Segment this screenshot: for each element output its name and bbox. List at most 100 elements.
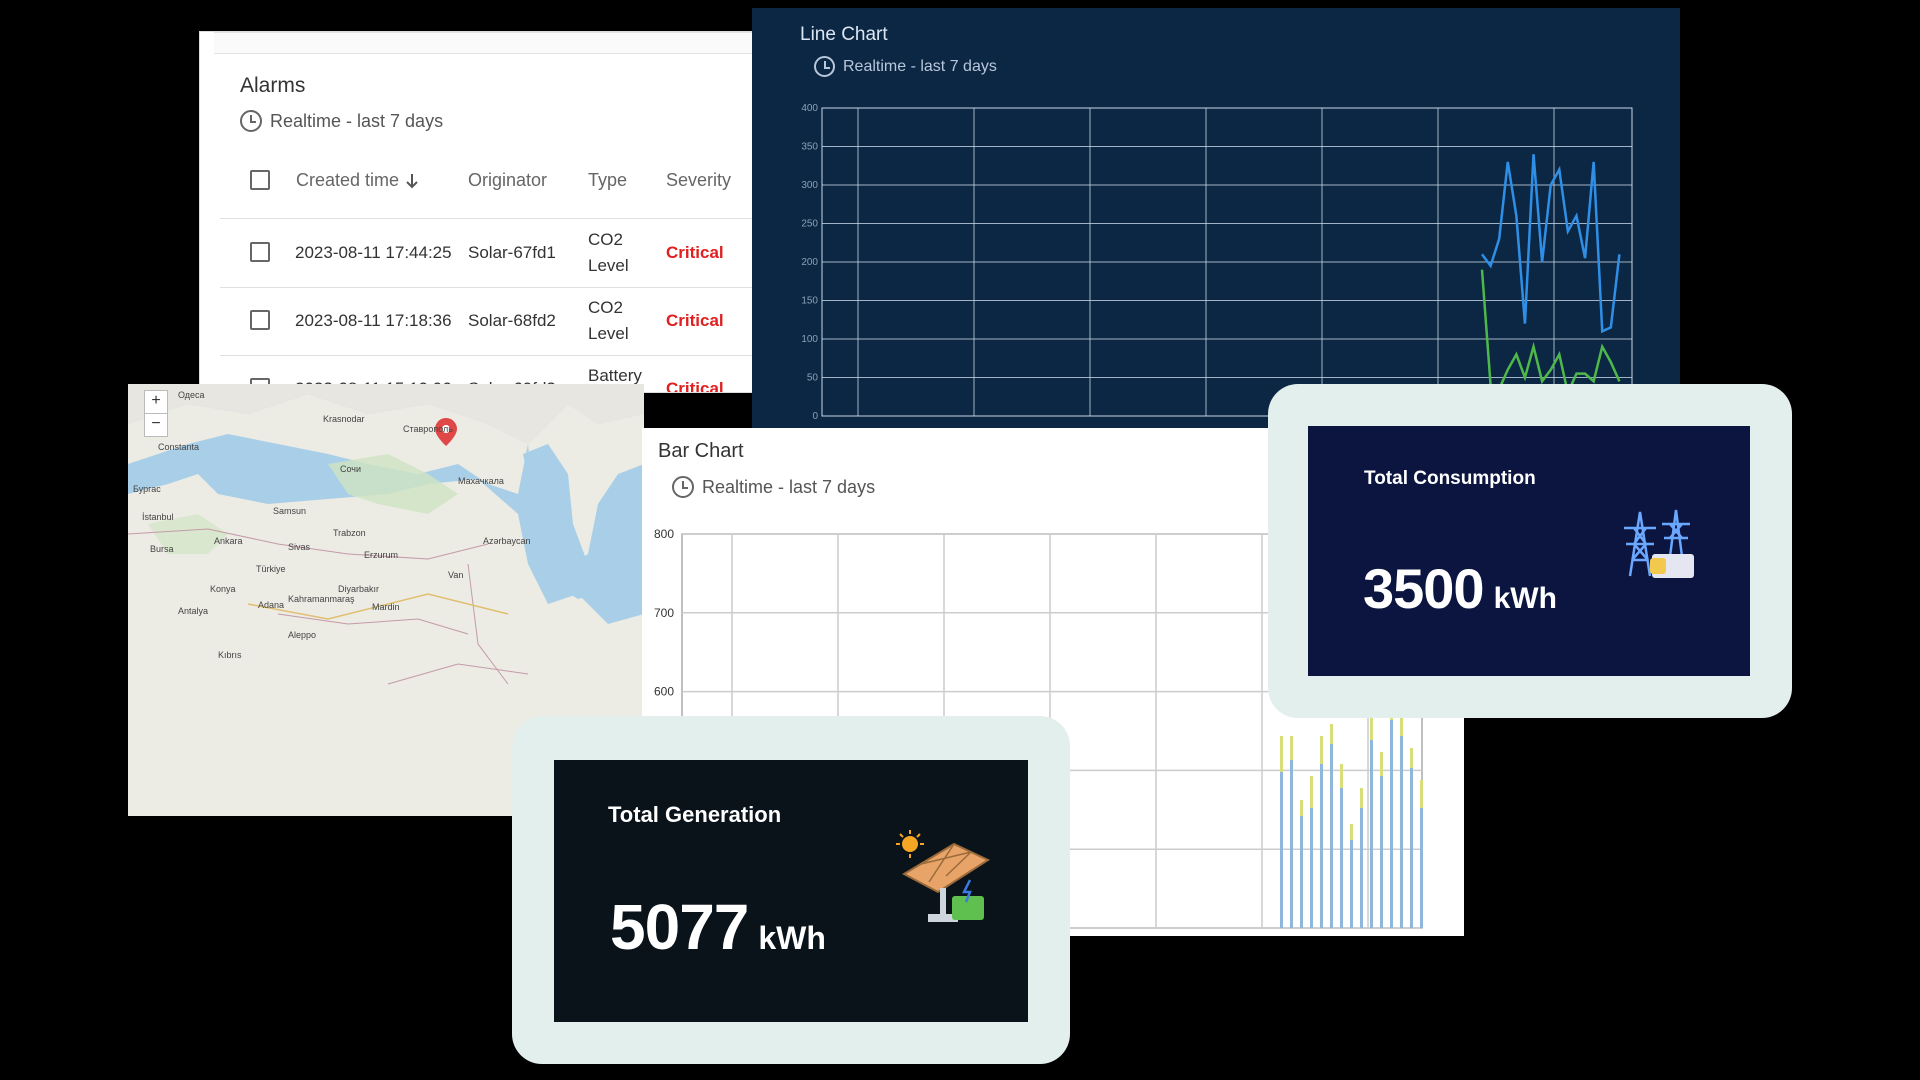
alarms-title: Alarms <box>240 74 306 97</box>
total-generation-title: Total Generation <box>608 802 782 827</box>
cell-type-line2: Level <box>588 256 629 275</box>
bar <box>1380 776 1383 928</box>
y-tick-label: 600 <box>654 685 674 699</box>
line-chart-widget: Line Chart Realtime - last 7 days 0 50 100… <box>752 8 1680 428</box>
cell-created-time: 2023-08-11 17:44:25 <box>295 243 452 262</box>
map-label: Trabzon <box>333 528 366 538</box>
map-label: Constanta <box>158 442 200 452</box>
zoom-in-button[interactable]: + <box>144 390 168 414</box>
bar <box>1370 740 1373 928</box>
bar <box>1320 736 1323 764</box>
bar <box>1380 752 1383 776</box>
cell-type-line1: CO2 <box>588 298 623 317</box>
alarms-timewindow-label: Realtime - last 7 days <box>270 110 444 131</box>
bar <box>1360 788 1363 808</box>
total-consumption-number: 3500 <box>1363 557 1485 620</box>
map-label: Samsun <box>273 506 307 516</box>
total-consumption-panel: Total Consumption 3500 kWh <box>1308 426 1750 676</box>
bar <box>1330 724 1333 744</box>
column-type[interactable]: Type <box>588 170 627 191</box>
map-label: Konya <box>210 584 236 594</box>
bar <box>1300 816 1303 928</box>
y-tick-label: 250 <box>801 219 818 230</box>
line-chart-plot: 0 50 100 150 200 250 300 350 400 <box>801 103 1633 422</box>
bar <box>1360 808 1363 928</box>
zoom-out-button[interactable]: − <box>144 413 168 437</box>
map-label: Одеса <box>178 390 205 400</box>
map-label: Kahramanmaraş <box>288 594 355 604</box>
alarms-widget: Alarms Realtime - last 7 days Created ti… <box>200 32 760 392</box>
row-divider <box>220 287 760 288</box>
alarms-top-strip <box>214 32 760 54</box>
row-divider <box>220 355 760 356</box>
cell-originator: Solar-67fd1 <box>468 243 556 262</box>
cell-severity: Critical <box>666 311 724 330</box>
cell-type-line1: CO2 <box>588 230 623 249</box>
total-generation-card: Total Generation 5077 kWh <box>512 716 1070 1064</box>
total-consumption-title: Total Consumption <box>1364 468 1536 489</box>
map-label: Türkiye <box>256 564 286 574</box>
map-label: Махачкала <box>458 476 504 486</box>
map-label: Бургас <box>133 484 161 494</box>
map-label: Adana <box>258 600 285 610</box>
bar <box>1330 744 1333 928</box>
bar <box>1340 788 1343 928</box>
bar <box>1320 764 1323 928</box>
map-label: Сочи <box>340 464 362 474</box>
y-tick-label: 700 <box>654 606 674 620</box>
row-checkbox[interactable] <box>250 242 270 262</box>
bar <box>1410 768 1413 928</box>
bar <box>1420 780 1423 808</box>
arrow-down-icon <box>406 173 418 188</box>
map-label: Antalya <box>178 606 209 616</box>
map-label: Aleppo <box>288 630 317 640</box>
bar <box>1300 800 1303 816</box>
y-tick-label: 800 <box>654 527 674 541</box>
total-generation-panel: Total Generation 5077 kWh <box>554 760 1028 1022</box>
map-label: Krasnodar <box>323 414 365 424</box>
total-generation-number: 5077 <box>610 891 749 963</box>
map-label: Bursa <box>150 544 174 554</box>
map-label: Sivas <box>288 542 311 552</box>
alarms-timewindow[interactable]: Realtime - last 7 days <box>240 110 443 132</box>
bar <box>1280 736 1283 772</box>
cell-originator: Solar-68fd2 <box>468 311 556 330</box>
map-label: Ставрополь <box>403 424 453 434</box>
row-checkbox[interactable] <box>250 310 270 330</box>
map-label: Azərbaycan <box>483 536 531 546</box>
y-tick-label: 50 <box>807 373 819 384</box>
clock-icon <box>240 110 262 132</box>
map-label: Van <box>448 570 464 580</box>
column-created-time[interactable]: Created time <box>296 170 419 191</box>
y-tick-label: 0 <box>812 411 818 422</box>
bar <box>1420 808 1423 928</box>
header-divider <box>220 218 760 219</box>
map-label: Erzurum <box>364 550 399 560</box>
y-tick-label: 100 <box>801 334 818 345</box>
cell-type-line2: Level <box>588 324 629 343</box>
total-consumption-unit: kWh <box>1493 582 1557 615</box>
select-all-checkbox[interactable] <box>250 170 270 190</box>
cell-created-time: 2023-08-11 17:18:36 <box>295 311 452 330</box>
y-tick-label: 350 <box>801 142 818 153</box>
bar <box>1390 720 1393 928</box>
y-tick-label: 150 <box>801 296 818 307</box>
bar <box>1400 736 1403 928</box>
column-severity[interactable]: Severity <box>666 170 731 191</box>
map-label: Ankara <box>214 536 243 546</box>
bar <box>1280 772 1283 928</box>
cell-severity: Critical <box>666 243 724 262</box>
series-line <box>1480 154 1621 334</box>
total-consumption-value: 3500 kWh <box>1363 556 1557 621</box>
map-label: Diyarbakır <box>338 584 380 594</box>
column-originator[interactable]: Originator <box>468 170 547 191</box>
map-label: Mardin <box>372 602 400 612</box>
column-created-time-label: Created time <box>296 170 400 190</box>
bar <box>1350 824 1353 840</box>
total-generation-unit: kWh <box>758 920 826 956</box>
bar <box>1350 840 1353 928</box>
total-consumption-card: Total Consumption 3500 kWh <box>1268 384 1792 718</box>
solar-panel-icon <box>896 830 991 922</box>
bar <box>1340 764 1343 788</box>
bar <box>1310 776 1313 808</box>
